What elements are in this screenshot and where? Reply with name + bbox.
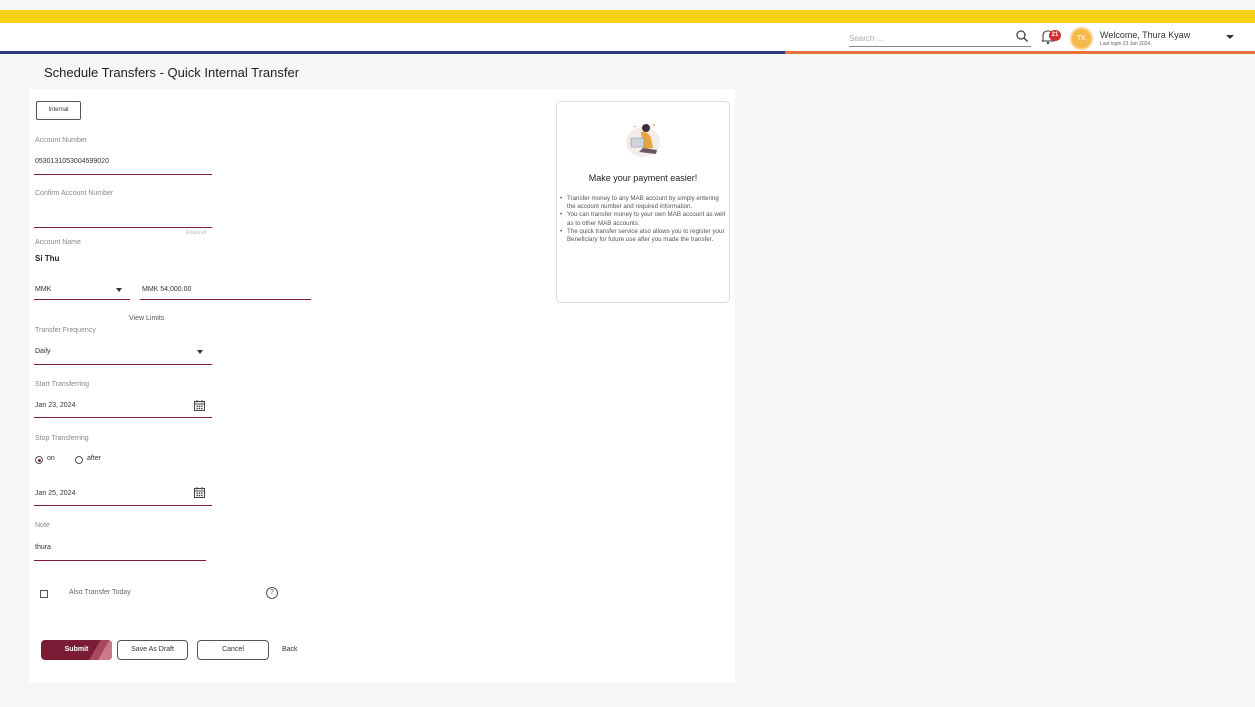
stop-date-field[interactable]: Jan 25, 2024 [35, 490, 75, 497]
user-menu-chevron-down-icon[interactable] [1226, 35, 1234, 39]
search-box [849, 28, 1031, 47]
back-button[interactable]: Back [282, 640, 298, 660]
account-number-field[interactable]: 0530131053004599020 [35, 158, 109, 165]
note-underline [34, 560, 206, 561]
cancel-button[interactable]: Cancel [197, 640, 269, 660]
welcome-text: Welcome, Thura Kyaw [1100, 30, 1191, 40]
also-transfer-today-label: Also Transfer Today [69, 589, 131, 596]
start-date-field[interactable]: Jan 23, 2024 [35, 402, 75, 409]
submit-button-decoration [88, 640, 112, 660]
transfer-frequency-select[interactable]: Daily [35, 348, 51, 355]
stop-on-radio[interactable] [35, 456, 43, 464]
account-name-label: Account Name [35, 239, 81, 246]
app-header [0, 23, 1255, 51]
search-icon[interactable] [1015, 29, 1029, 43]
stop-transferring-label: Stop Transferring [35, 435, 89, 442]
help-icon[interactable]: ? [266, 587, 278, 599]
promo-bullet: You can transfer money to your own MAB a… [560, 211, 728, 227]
confirm-account-number-label: Confirm Account Number [35, 190, 114, 197]
start-transferring-label: Start Transferring [35, 381, 90, 388]
page-title: Schedule Transfers - Quick Internal Tran… [44, 65, 300, 80]
stop-after-radio[interactable] [75, 456, 83, 464]
note-field[interactable]: thura [35, 544, 51, 551]
header-divider-left [0, 51, 785, 54]
stop-date-calendar-icon[interactable] [194, 487, 205, 498]
tab-internal[interactable]: Internal [36, 101, 81, 120]
search-input[interactable] [849, 30, 1009, 47]
promo-panel: Make your payment easier! Transfer money… [556, 101, 730, 303]
account-number-underline [34, 174, 212, 175]
frequency-chevron-down-icon[interactable] [197, 350, 203, 354]
top-accent-bar [0, 10, 1255, 23]
stop-on-label: on [47, 455, 55, 462]
currency-underline [34, 299, 130, 300]
notification-badge: 21 [1049, 30, 1061, 41]
account-number-label: Account Number [35, 137, 88, 144]
required-hint: Required [186, 230, 207, 236]
promo-list: Transfer money to any MAB account by sim… [560, 195, 728, 244]
promo-title: Make your payment easier! [588, 173, 698, 183]
currency-chevron-down-icon[interactable] [116, 288, 122, 292]
account-name-value: Si Thu [35, 254, 60, 263]
promo-bullet: The quick transfer service also allows y… [560, 228, 728, 244]
stop-after-label: after [87, 455, 102, 462]
start-date-underline [34, 417, 212, 418]
currency-select[interactable]: MMK [35, 286, 51, 293]
header-divider-right [785, 51, 1255, 54]
person-with-laptop-icon [626, 124, 660, 157]
promo-bullet: Transfer money to any MAB account by sim… [560, 195, 728, 211]
submit-button-label: Submit [64, 646, 89, 653]
view-limits-link[interactable]: View Limits [129, 315, 164, 322]
amount-underline [140, 299, 311, 300]
also-transfer-today-checkbox[interactable] [40, 590, 48, 598]
save-as-draft-button[interactable]: Save As Draft [117, 640, 188, 660]
confirm-account-number-underline [34, 227, 212, 228]
transfer-frequency-label: Transfer Frequency [35, 327, 96, 334]
amount-field[interactable]: MMK 54,000.00 [142, 286, 191, 293]
submit-button[interactable]: Submit [41, 640, 112, 660]
avatar[interactable]: TK [1070, 27, 1093, 50]
stop-date-underline [34, 505, 212, 506]
note-label: Note [35, 522, 50, 529]
transfer-frequency-underline [34, 364, 212, 365]
last-login-text: Last login 23 Jan 2024, [1100, 41, 1152, 47]
start-date-calendar-icon[interactable] [194, 400, 205, 411]
